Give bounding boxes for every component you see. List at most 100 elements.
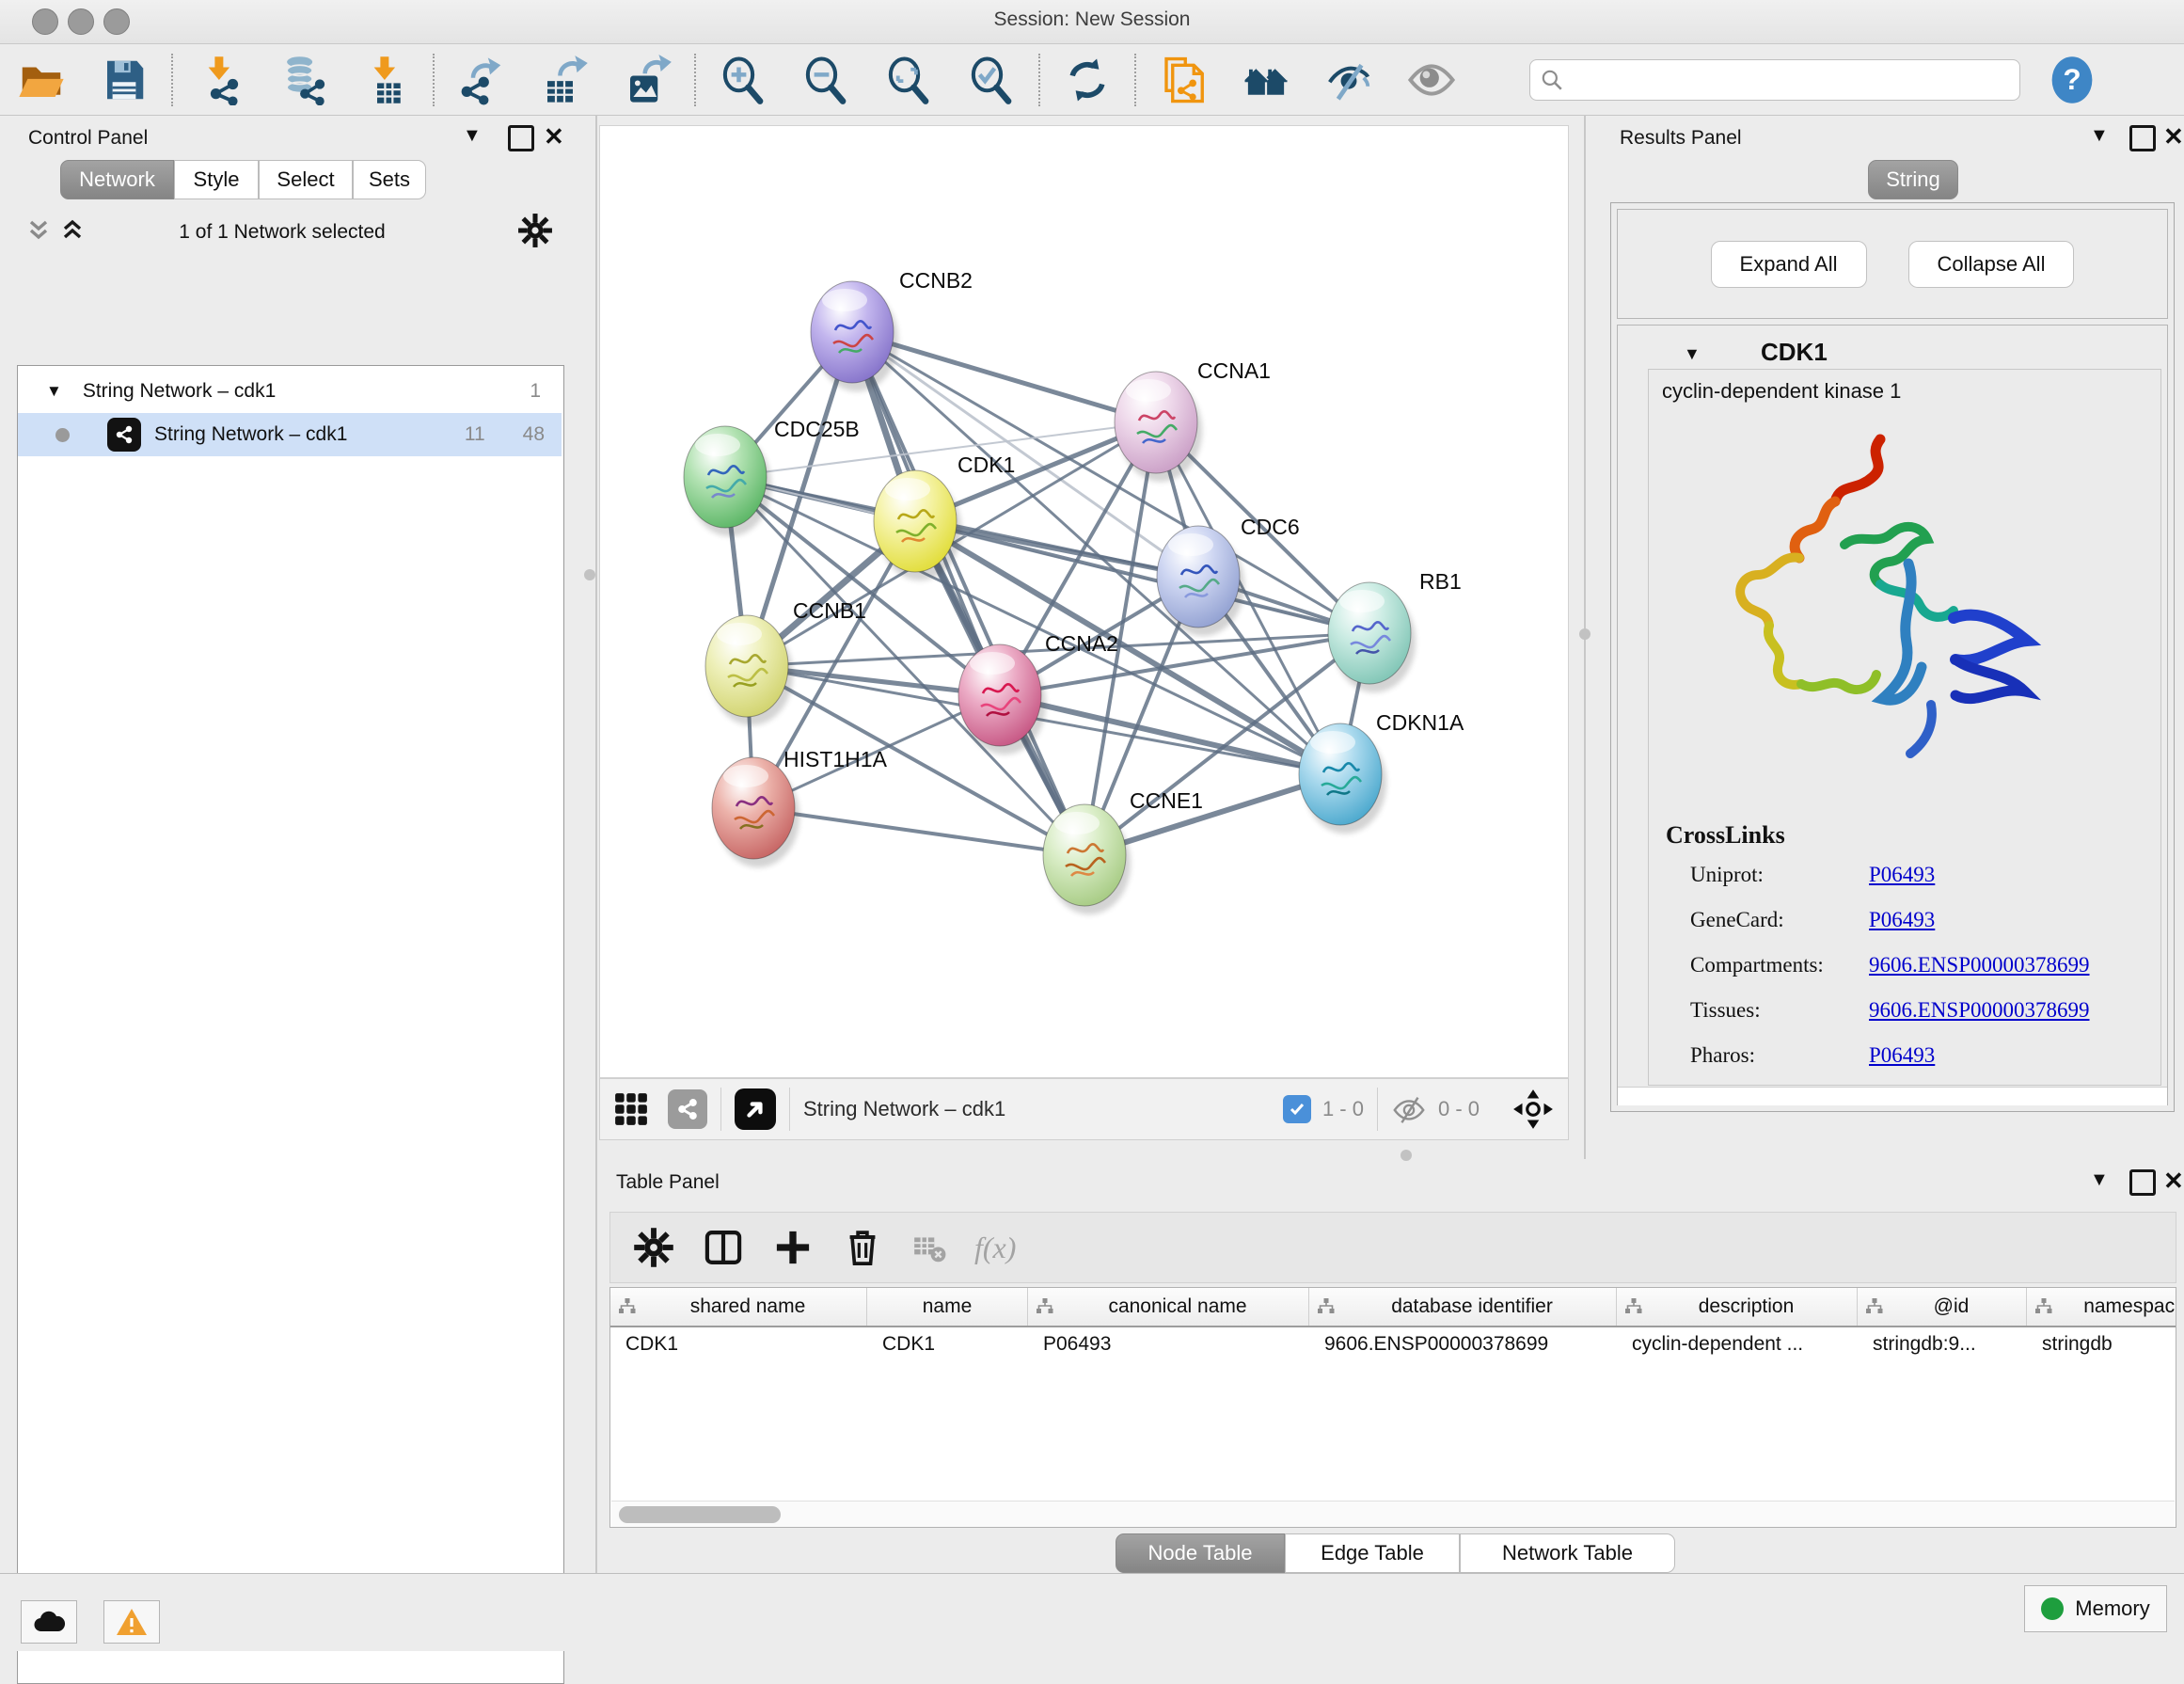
table-cell[interactable]: stringdb bbox=[2027, 1327, 2176, 1365]
collapse-all-button[interactable]: Collapse All bbox=[1908, 241, 2075, 288]
network-node-CDK1[interactable] bbox=[874, 470, 961, 580]
crosslink-link[interactable]: P06493 bbox=[1869, 1043, 1935, 1068]
network-node-CCNE1[interactable] bbox=[1043, 804, 1131, 914]
hidden-eye-icon[interactable] bbox=[1391, 1093, 1427, 1125]
splitter-handle-icon[interactable] bbox=[584, 569, 595, 580]
warnings-button[interactable] bbox=[103, 1600, 160, 1644]
cloud-button[interactable] bbox=[21, 1600, 77, 1644]
column-header-database-identifier[interactable]: database identifier bbox=[1309, 1288, 1617, 1326]
table-cell[interactable]: CDK1 bbox=[610, 1327, 867, 1365]
panel-close-icon[interactable]: ✕ bbox=[2163, 1167, 2184, 1196]
tree-expand-icon[interactable]: ▼ bbox=[46, 382, 62, 401]
network-node-CDC25B[interactable] bbox=[684, 426, 771, 536]
panel-close-icon[interactable]: ✕ bbox=[544, 122, 564, 151]
column-mapping-icon bbox=[618, 1297, 637, 1316]
network-share-badge-gray-icon[interactable] bbox=[668, 1089, 707, 1129]
import-table-button[interactable] bbox=[360, 55, 411, 105]
column-header--id[interactable]: @id bbox=[1858, 1288, 2027, 1326]
table-row[interactable]: CDK1CDK1P064939606.ENSP00000378699cyclin… bbox=[610, 1327, 2176, 1365]
network-node-CCNB1[interactable] bbox=[705, 615, 793, 725]
open-in-window-icon[interactable] bbox=[735, 1088, 776, 1130]
panel-close-icon[interactable]: ✕ bbox=[2163, 122, 2184, 151]
refresh-button[interactable] bbox=[1062, 55, 1113, 105]
delete-column-icon[interactable] bbox=[842, 1227, 883, 1268]
network-canvas[interactable]: CCNB2CCNA1CDC25BCDK1CDC6RB1CCNB1CCNA2CDK… bbox=[599, 125, 1569, 1078]
panel-float-icon[interactable] bbox=[2129, 125, 2156, 151]
network-node-CCNA1[interactable] bbox=[1115, 372, 1202, 482]
add-column-icon[interactable] bbox=[772, 1227, 814, 1268]
section-collapse-icon[interactable]: ▼ bbox=[1684, 344, 1701, 364]
node-label-CCNB2: CCNB2 bbox=[899, 268, 973, 293]
crosslink-link[interactable]: 9606.ENSP00000378699 bbox=[1869, 953, 2090, 977]
panel-float-icon[interactable] bbox=[2129, 1169, 2156, 1196]
column-header-name[interactable]: name bbox=[867, 1288, 1028, 1326]
table-cell[interactable]: P06493 bbox=[1028, 1327, 1309, 1365]
expand-all-chevron-icon[interactable] bbox=[58, 216, 87, 245]
search-input[interactable] bbox=[1564, 68, 2010, 91]
column-header-namespace[interactable]: namespace bbox=[2027, 1288, 2176, 1326]
column-header-shared-name[interactable]: shared name bbox=[610, 1288, 867, 1326]
network-node-HIST1H1A[interactable] bbox=[712, 757, 799, 867]
zoom-in-button[interactable] bbox=[718, 55, 768, 105]
save-session-button[interactable] bbox=[99, 55, 150, 105]
table-cell[interactable]: stringdb:9... bbox=[1858, 1327, 2027, 1365]
tab-network[interactable]: Network bbox=[60, 160, 174, 199]
tab-sets[interactable]: Sets bbox=[353, 160, 426, 199]
tab-string-label: String bbox=[1886, 167, 1939, 192]
import-network-button[interactable] bbox=[195, 55, 245, 105]
crosslink-link[interactable]: P06493 bbox=[1869, 908, 1935, 932]
show-columns-icon[interactable] bbox=[703, 1227, 744, 1268]
table-cell[interactable]: 9606.ENSP00000378699 bbox=[1309, 1327, 1617, 1365]
export-image-button[interactable] bbox=[622, 55, 673, 105]
crosslink-link[interactable]: 9606.ENSP00000378699 bbox=[1869, 998, 2090, 1023]
hide-panel-button[interactable] bbox=[1323, 55, 1374, 105]
options-gear-icon[interactable] bbox=[517, 213, 553, 248]
column-header-description[interactable]: description bbox=[1617, 1288, 1858, 1326]
grid-view-icon[interactable] bbox=[613, 1091, 649, 1127]
tab-string[interactable]: String bbox=[1868, 160, 1958, 199]
network-row-selected[interactable]: String Network – cdk1 11 48 bbox=[18, 413, 562, 456]
import-network-from-database-button[interactable] bbox=[277, 55, 328, 105]
network-edge-CCNA2-CDKN1A[interactable] bbox=[1000, 695, 1340, 774]
column-header-canonical-name[interactable]: canonical name bbox=[1028, 1288, 1309, 1326]
open-session-button[interactable] bbox=[16, 55, 67, 105]
panel-menu-icon[interactable]: ▼ bbox=[2090, 1169, 2109, 1191]
tab-style[interactable]: Style bbox=[174, 160, 259, 199]
pan-crosshair-icon[interactable] bbox=[1511, 1088, 1555, 1131]
panel-float-icon[interactable] bbox=[508, 125, 534, 151]
show-panel-button[interactable] bbox=[1406, 55, 1457, 105]
vertical-splitter-left[interactable] bbox=[595, 115, 597, 1573]
horizontal-scrollbar[interactable] bbox=[611, 1501, 2175, 1528]
expand-all-button[interactable]: Expand All bbox=[1711, 241, 1867, 288]
table-gear-icon[interactable] bbox=[633, 1227, 674, 1268]
zoom-out-button[interactable] bbox=[800, 55, 851, 105]
export-network-button[interactable] bbox=[456, 55, 507, 105]
network-node-CCNB2[interactable] bbox=[811, 281, 898, 391]
network-node-RB1[interactable] bbox=[1328, 582, 1416, 692]
scrollbar-thumb[interactable] bbox=[619, 1506, 781, 1523]
string-document-icon bbox=[1158, 55, 1209, 105]
export-table-button[interactable] bbox=[539, 55, 590, 105]
panel-menu-icon[interactable]: ▼ bbox=[463, 125, 482, 147]
tab-edge-table[interactable]: Edge Table bbox=[1285, 1533, 1460, 1573]
collapse-all-chevron-icon[interactable] bbox=[24, 216, 53, 245]
tab-network-table[interactable]: Network Table bbox=[1460, 1533, 1675, 1573]
zoom-fit-button[interactable] bbox=[883, 55, 934, 105]
network-node-CDKN1A[interactable] bbox=[1299, 723, 1386, 834]
panel-menu-icon[interactable]: ▼ bbox=[2090, 125, 2109, 147]
crosslink-link[interactable]: P06493 bbox=[1869, 863, 1935, 887]
network-edge-HIST1H1A-CCNE1[interactable] bbox=[753, 808, 1084, 855]
zoom-selected-button[interactable] bbox=[966, 55, 1017, 105]
table-cell[interactable]: CDK1 bbox=[867, 1327, 1028, 1365]
memory-button[interactable]: Memory bbox=[2024, 1585, 2167, 1632]
tab-select[interactable]: Select bbox=[259, 160, 353, 199]
table-cell[interactable]: cyclin-dependent ... bbox=[1617, 1327, 1858, 1365]
organisms-button[interactable] bbox=[1241, 55, 1291, 105]
selected-checkbox-icon[interactable] bbox=[1283, 1095, 1311, 1123]
tab-node-table[interactable]: Node Table bbox=[1116, 1533, 1285, 1573]
network-collection-row[interactable]: ▼ String Network – cdk1 1 bbox=[18, 370, 562, 413]
search-box[interactable] bbox=[1529, 59, 2020, 101]
results-scroll-strip[interactable] bbox=[1618, 1087, 2167, 1105]
help-button[interactable]: ? bbox=[2047, 55, 2097, 105]
string-app-button[interactable] bbox=[1158, 55, 1209, 105]
